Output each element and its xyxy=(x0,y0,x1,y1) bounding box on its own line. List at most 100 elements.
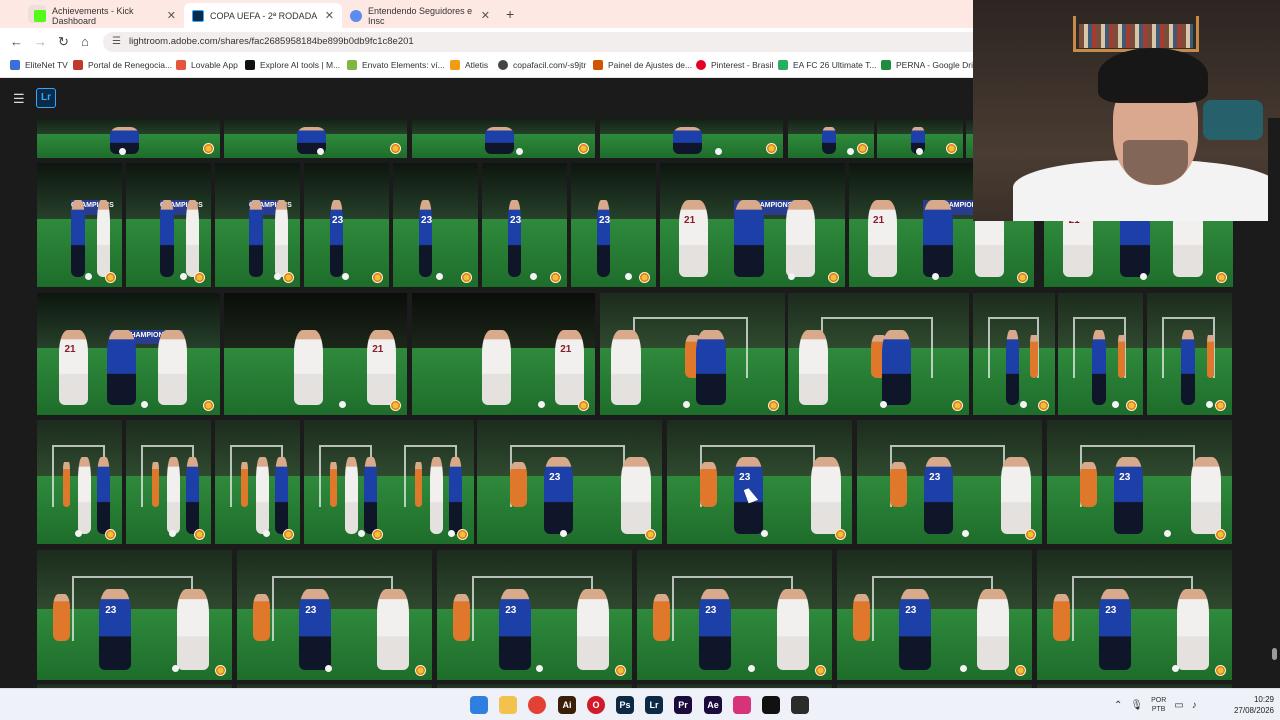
gallery-photo[interactable] xyxy=(1058,293,1143,415)
gallery-photo[interactable]: 23 xyxy=(667,420,852,544)
bookmark-copafacil[interactable]: copafacil.com/-s9jtr xyxy=(498,60,586,70)
photoshop-icon[interactable]: Ps xyxy=(616,696,634,714)
premiere-icon[interactable]: Pr xyxy=(674,696,692,714)
jersey-number: 23 xyxy=(905,604,917,616)
gallery-photo[interactable]: 23 xyxy=(477,420,662,544)
scrollbar-thumb[interactable] xyxy=(1272,648,1277,660)
photo-badge-icon xyxy=(194,529,205,540)
bookmark-lovable[interactable]: Lovable App xyxy=(176,60,238,70)
gallery-photo[interactable]: CHAMPIONS xyxy=(37,163,122,287)
new-tab-button[interactable]: + xyxy=(506,6,514,22)
forward-icon[interactable]: → xyxy=(34,34,47,49)
page-scrollbar[interactable] xyxy=(1268,118,1280,688)
gallery-photo[interactable]: CHAMPIONS xyxy=(215,163,300,287)
close-icon[interactable]: ✕ xyxy=(167,9,176,22)
network-icon[interactable]: ▭ xyxy=(1174,700,1183,711)
soccer-ball xyxy=(787,272,795,280)
gallery-photo[interactable]: 23 xyxy=(437,550,632,680)
microphone-icon[interactable]: 🎙 xyxy=(1130,700,1143,711)
bookmark-atletis[interactable]: Atletis xyxy=(450,60,488,70)
gallery-photo[interactable]: 23 xyxy=(482,163,567,287)
clock[interactable]: 10:29 27/08/2026 xyxy=(1224,694,1274,716)
volume-icon[interactable]: ♪ xyxy=(1192,700,1197,711)
bookmark-painel[interactable]: Painel de Ajustes de... xyxy=(593,60,692,70)
menu-icon[interactable]: ☰ xyxy=(13,91,25,107)
gallery-photo[interactable] xyxy=(224,118,407,158)
gallery-photo[interactable] xyxy=(215,420,300,544)
bookmark-perna[interactable]: PERNA - Google Dri... xyxy=(881,60,980,70)
bookmark-elitenet[interactable]: EliteNet TV xyxy=(10,60,68,70)
player-figure xyxy=(923,457,954,535)
gallery-photo[interactable] xyxy=(788,293,969,415)
soccer-ball xyxy=(273,272,281,280)
bookmark-explore-ai[interactable]: Explore AI tools | M... xyxy=(245,60,340,70)
bookmark-portal[interactable]: Portal de Renegocia... xyxy=(73,60,172,70)
player-figure xyxy=(899,589,931,670)
bookmark-ea-fc[interactable]: EA FC 26 Ultimate T... xyxy=(778,60,876,70)
site-settings-icon[interactable]: ☰ xyxy=(112,32,121,52)
gallery-photo[interactable] xyxy=(877,118,963,158)
gallery-photo[interactable]: 21 xyxy=(224,293,407,415)
gallery-photo[interactable]: 23 xyxy=(1037,550,1232,680)
address-bar-input[interactable]: ☰ lightroom.adobe.com/shares/fac26859581… xyxy=(103,32,983,52)
photo-badge-icon xyxy=(815,665,826,676)
gallery-photo[interactable] xyxy=(126,420,211,544)
player-figure xyxy=(62,462,71,507)
reload-icon[interactable]: ↻ xyxy=(58,34,69,50)
back-icon[interactable]: ← xyxy=(10,34,23,49)
illustrator-icon[interactable]: Ai xyxy=(558,696,576,714)
bookmark-icon xyxy=(245,60,255,70)
language-indicator[interactable]: POR PTB xyxy=(1151,696,1166,714)
bookmark-icon xyxy=(450,60,460,70)
chevron-up-icon[interactable]: ⌃ xyxy=(1114,700,1122,711)
photo-badge-icon xyxy=(105,272,116,283)
gallery-photo[interactable]: 23 xyxy=(37,550,232,680)
windows-start-icon[interactable] xyxy=(470,696,488,714)
tab-kick-dashboard[interactable]: Achievements - Kick Dashboard ✕ xyxy=(26,3,184,28)
gallery-photo[interactable] xyxy=(1147,293,1232,415)
gallery-photo[interactable]: CHAMPIONS21 xyxy=(660,163,845,287)
player-figure xyxy=(1177,589,1209,670)
jersey-number: 23 xyxy=(510,215,522,227)
bookmark-pinterest[interactable]: Pinterest - Brasil xyxy=(696,60,773,70)
capcut-icon[interactable] xyxy=(762,696,780,714)
gallery-photo[interactable] xyxy=(973,293,1055,415)
gallery-photo[interactable]: 23 xyxy=(637,550,832,680)
soccer-ball xyxy=(1171,665,1179,673)
soccer-ball xyxy=(179,272,187,280)
gallery-photo[interactable]: 23 xyxy=(1047,420,1232,544)
gallery-photo[interactable]: CHAMPIONS21 xyxy=(37,293,220,415)
gallery-photo[interactable] xyxy=(600,118,783,158)
tab-copa-uefa[interactable]: COPA UEFA - 2ª RODADA ✕ xyxy=(184,3,342,28)
gallery-photo[interactable]: 23 xyxy=(837,550,1032,680)
gallery-photo[interactable]: 23 xyxy=(393,163,478,287)
gallery-photo[interactable] xyxy=(412,118,595,158)
home-icon[interactable]: ⌂ xyxy=(81,34,89,49)
gallery-photo[interactable]: 21 xyxy=(412,293,595,415)
close-icon[interactable]: ✕ xyxy=(325,9,334,22)
instagram-icon[interactable] xyxy=(733,696,751,714)
gallery-photo[interactable] xyxy=(600,293,785,415)
obs-icon[interactable] xyxy=(791,696,809,714)
gallery-photo[interactable]: 23 xyxy=(237,550,432,680)
gallery-photo[interactable] xyxy=(788,118,874,158)
gallery-photo[interactable]: 23 xyxy=(571,163,656,287)
file-explorer-icon[interactable] xyxy=(499,696,517,714)
photo-badge-icon xyxy=(768,400,779,411)
close-icon[interactable]: ✕ xyxy=(481,9,490,22)
opera-icon[interactable]: O xyxy=(587,696,605,714)
after-effects-icon[interactable]: Ae xyxy=(704,696,722,714)
tab-entendendo-seguidores[interactable]: Entendendo Seguidores e Insc ✕ xyxy=(342,3,498,28)
chrome-icon[interactable] xyxy=(528,696,546,714)
gallery-photo[interactable] xyxy=(304,420,389,544)
gallery-photo[interactable]: CHAMPIONS xyxy=(126,163,211,287)
gallery-photo[interactable] xyxy=(37,420,122,544)
player-figure xyxy=(890,462,907,507)
gallery-photo[interactable]: 23 xyxy=(857,420,1042,544)
bookmark-envato[interactable]: Envato Elements: ví... xyxy=(347,60,445,70)
gallery-photo[interactable] xyxy=(37,118,220,158)
goal-frame xyxy=(1072,576,1193,641)
gallery-photo[interactable] xyxy=(389,420,474,544)
gallery-photo[interactable]: 23 xyxy=(304,163,389,287)
lightroom-taskbar-icon[interactable]: Lr xyxy=(645,696,663,714)
